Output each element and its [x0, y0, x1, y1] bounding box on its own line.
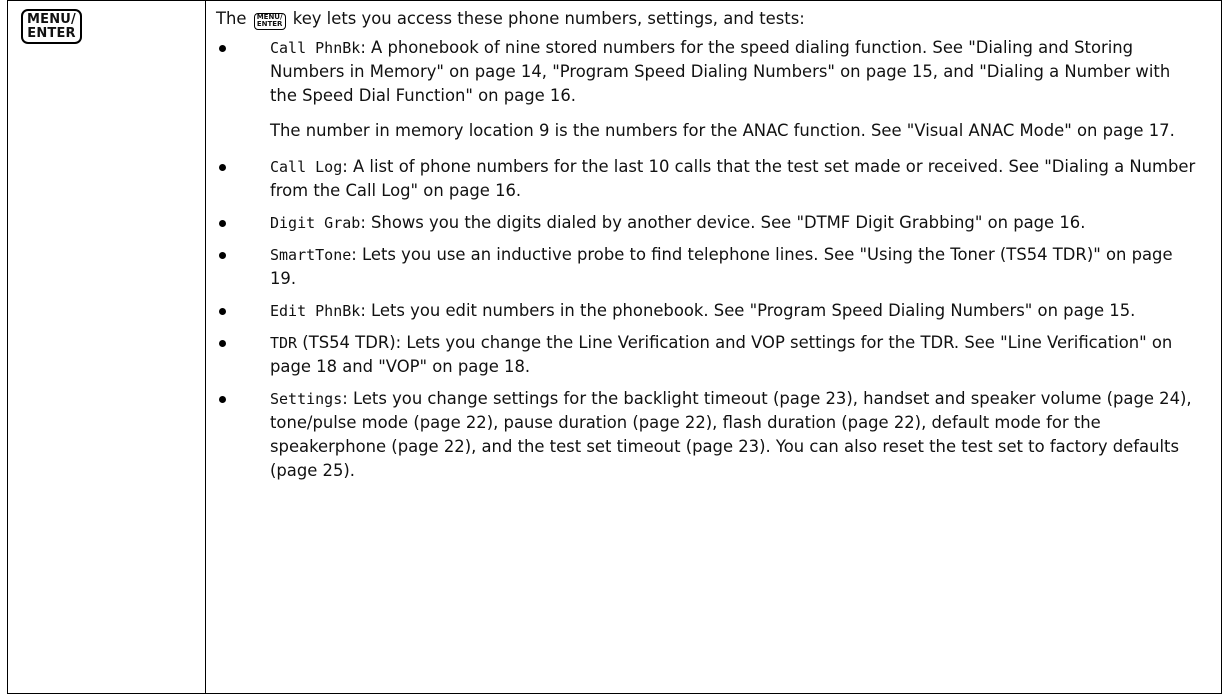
item-label: Edit PhnBk	[270, 302, 361, 320]
item-label: Settings	[270, 390, 343, 408]
item-label: TDR	[270, 334, 298, 352]
bullet-icon	[219, 45, 226, 52]
item-label: Call Log	[270, 158, 343, 176]
description-column: The MENU/ENTER key lets you access these…	[206, 1, 1221, 693]
key-column: MENU/ENTER	[8, 1, 206, 693]
bullet-icon	[219, 396, 226, 403]
item-label: Digit Grab	[270, 214, 361, 232]
item-text: : Lets you use an inductive probe to fin…	[270, 245, 1173, 288]
menu-enter-key-icon: MENU/ENTER	[21, 9, 83, 44]
item-label: SmartTone	[270, 246, 352, 264]
item-text: : A list of phone numbers for the last 1…	[270, 157, 1196, 200]
bullet-icon	[219, 252, 226, 259]
list-item: SmartTone: Lets you use an inductive pro…	[216, 243, 1201, 291]
list-item: Call Log: A list of phone numbers for th…	[216, 155, 1201, 203]
item-text: (TS54 TDR): Lets you change the Line Ver…	[270, 333, 1173, 376]
list-item: Call PhnBk: A phonebook of nine stored n…	[216, 36, 1201, 143]
inline-key-line-2: ENTER	[256, 20, 283, 28]
item-note: The number in memory location 9 is the n…	[270, 121, 1175, 140]
intro-paragraph: The MENU/ENTER key lets you access these…	[216, 7, 1201, 31]
list-item: Digit Grab: Shows you the digits dialed …	[216, 211, 1201, 235]
item-text: : Lets you edit numbers in the phonebook…	[360, 301, 1136, 320]
list-item: TDR (TS54 TDR): Lets you change the Line…	[216, 331, 1201, 379]
list-item: Settings: Lets you change settings for t…	[216, 387, 1201, 483]
bullet-icon	[219, 164, 226, 171]
key-line-2: ENTER	[27, 26, 76, 41]
bullet-icon	[219, 220, 226, 227]
intro-prefix: The	[216, 9, 247, 28]
key-line-1: MENU/	[27, 12, 77, 27]
intro-suffix: key lets you access these phone numbers,…	[292, 9, 805, 28]
item-text: : A phonebook of nine stored numbers for…	[270, 38, 1171, 105]
item-text: : Lets you change settings for the backl…	[270, 389, 1192, 480]
item-text: : Shows you the digits dialed by another…	[360, 213, 1086, 232]
bullet-icon	[219, 308, 226, 315]
menu-key-table: MENU/ENTER The MENU/ENTER key lets you a…	[7, 0, 1222, 694]
menu-enter-key-inline-icon: MENU/ENTER	[253, 12, 286, 30]
item-label: Call PhnBk	[270, 39, 361, 57]
menu-items-list: Call PhnBk: A phonebook of nine stored n…	[216, 36, 1201, 483]
list-item: Edit PhnBk: Lets you edit numbers in the…	[216, 299, 1201, 323]
bullet-icon	[219, 340, 226, 347]
